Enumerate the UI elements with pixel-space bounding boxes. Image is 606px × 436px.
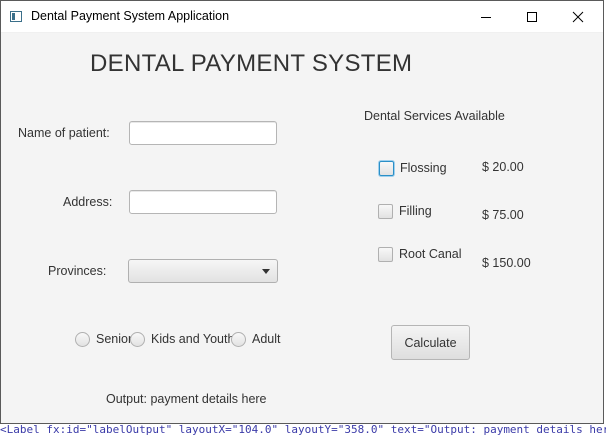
- title-bar: Dental Payment System Application: [1, 1, 603, 33]
- close-button[interactable]: [555, 1, 601, 32]
- page-title: DENTAL PAYMENT SYSTEM: [90, 50, 413, 77]
- service-price-root-canal: $ 150.00: [482, 256, 531, 270]
- radio-circle[interactable]: [75, 332, 90, 347]
- patient-name-input[interactable]: [129, 121, 277, 145]
- provinces-select[interactable]: [128, 259, 278, 283]
- app-window-icon: [10, 11, 22, 22]
- app-window: Dental Payment System Application DENTAL…: [0, 0, 604, 424]
- provinces-label: Provinces:: [48, 264, 107, 278]
- service-label-filling: Filling: [399, 204, 432, 218]
- radio-circle[interactable]: [231, 332, 246, 347]
- services-header: Dental Services Available: [364, 109, 505, 123]
- minimize-button[interactable]: [463, 1, 509, 32]
- calculate-button[interactable]: Calculate: [391, 325, 470, 360]
- patient-name-label: Name of patient:: [18, 126, 110, 140]
- service-label-root-canal: Root Canal: [399, 247, 462, 261]
- radio-label-adult: Adult: [252, 332, 281, 346]
- minimize-icon: [481, 16, 491, 18]
- chevron-down-icon: [262, 269, 270, 274]
- radio-circle[interactable]: [130, 332, 145, 347]
- address-input[interactable]: [129, 190, 277, 214]
- close-icon: [572, 11, 584, 22]
- checkbox-flossing[interactable]: [379, 161, 394, 176]
- maximize-icon: [527, 11, 537, 22]
- address-label: Address:: [63, 195, 113, 209]
- service-label-flossing: Flossing: [400, 161, 447, 175]
- maximize-button[interactable]: [509, 1, 555, 32]
- background-ide-code: <Label fx:id="labelOutput" layoutX="104.…: [0, 424, 606, 436]
- service-price-filling: $ 75.00: [482, 208, 524, 222]
- checkbox-filling[interactable]: [378, 204, 393, 219]
- radio-label-kids-youth: Kids and Youth: [151, 332, 235, 346]
- radio-label-senior: Senior: [96, 332, 133, 346]
- window-title: Dental Payment System Application: [31, 9, 230, 23]
- service-price-flossing: $ 20.00: [482, 160, 524, 174]
- output-label: Output: payment details here: [106, 392, 267, 406]
- checkbox-root-canal[interactable]: [378, 247, 393, 262]
